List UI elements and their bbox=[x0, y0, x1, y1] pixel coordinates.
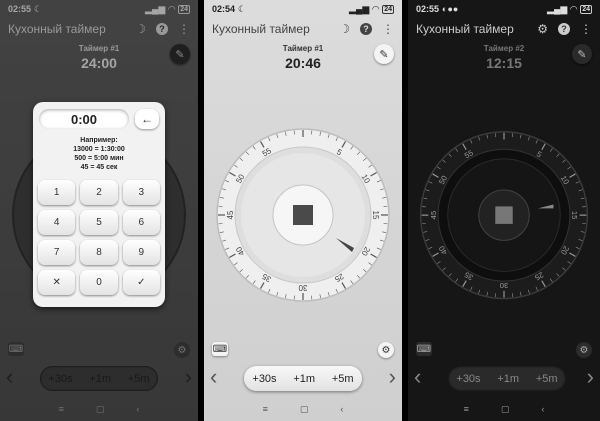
sys-back-icon[interactable]: ‹ bbox=[340, 404, 343, 415]
dial-label: 45 bbox=[429, 211, 438, 220]
timer-time: 12:15 bbox=[486, 55, 522, 71]
screen-light-theme: 02:54 ☾ ▂▄▆ ◠ 24 Кухонный таймер ☽ ? ⋮ Та… bbox=[204, 0, 402, 421]
keypad-display[interactable]: 0:00 bbox=[39, 109, 129, 129]
quick-add-bar: +30s +1m +5m bbox=[244, 366, 362, 391]
add-30s-button[interactable]: +30s bbox=[249, 371, 279, 387]
timer-dial[interactable]: 510152025303540455055 bbox=[204, 120, 402, 320]
add-1m-button[interactable]: +1m bbox=[494, 371, 522, 387]
prev-timer-arrow[interactable]: ‹ bbox=[210, 364, 217, 390]
sys-menu-icon[interactable]: ≡ bbox=[464, 404, 469, 415]
help-icon[interactable]: ? bbox=[360, 23, 372, 35]
keyboard-icon[interactable]: ⌨ bbox=[416, 342, 432, 356]
app-title: Кухонный таймер bbox=[416, 22, 514, 36]
next-timer-arrow[interactable]: › bbox=[587, 364, 594, 390]
settings-icon[interactable]: ⚙ bbox=[378, 342, 394, 358]
sys-home-icon[interactable]: ▢ bbox=[501, 404, 510, 415]
status-time: 02:54 ☾ bbox=[212, 3, 247, 15]
wifi-icon: ◠ bbox=[570, 3, 578, 14]
dial-label: 15 bbox=[371, 211, 380, 220]
key-confirm[interactable]: ✓ bbox=[122, 270, 160, 295]
timer-time: 20:46 bbox=[285, 55, 321, 71]
screen-dark-theme: 02:55 ◐●● ▂▄▆ ◠ 24 Кухонный таймер ⚙ ? ⋮ … bbox=[408, 0, 600, 421]
keypad-hint: Например: 13000 = 1:30:00 500 = 5:00 мин… bbox=[73, 137, 125, 171]
keypad-grid: 1 2 3 4 5 6 7 8 9 ✕ 0 ✓ bbox=[38, 180, 160, 295]
add-5m-button[interactable]: +5m bbox=[329, 371, 357, 387]
system-nav: ≡ ▢ ‹ bbox=[408, 404, 600, 415]
key-2[interactable]: 2 bbox=[80, 180, 118, 205]
key-9[interactable]: 9 bbox=[122, 240, 160, 265]
sys-home-icon[interactable]: ▢ bbox=[300, 404, 309, 415]
pencil-icon: ✎ bbox=[379, 48, 389, 61]
settings-icon[interactable]: ⚙ bbox=[576, 342, 592, 358]
add-30s-button[interactable]: +30s bbox=[453, 371, 483, 387]
status-icons: ▂▄▆ ◠ 24 bbox=[349, 4, 394, 14]
add-5m-button[interactable]: +5m bbox=[533, 371, 561, 387]
key-4[interactable]: 4 bbox=[38, 210, 76, 235]
theme-icon[interactable]: ☽ bbox=[339, 22, 350, 36]
key-6[interactable]: 6 bbox=[122, 210, 160, 235]
status-icons: ▂▄▆ ◠ 24 bbox=[547, 4, 592, 14]
battery-icon: 24 bbox=[580, 4, 592, 14]
keyboard-icon[interactable]: ⌨ bbox=[212, 342, 228, 356]
key-5[interactable]: 5 bbox=[80, 210, 118, 235]
status-time: 02:55 ◐●● bbox=[416, 4, 459, 14]
app-bar: Кухонный таймер ⚙ ? ⋮ bbox=[416, 20, 592, 38]
sys-back-icon[interactable]: ‹ bbox=[541, 404, 544, 415]
prev-timer-arrow[interactable]: ‹ bbox=[414, 364, 421, 390]
key-0[interactable]: 0 bbox=[80, 270, 118, 295]
arrow-left-icon: ← bbox=[141, 112, 153, 126]
key-1[interactable]: 1 bbox=[38, 180, 76, 205]
app-bar: Кухонный таймер ☽ ? ⋮ bbox=[212, 20, 394, 38]
edit-timer-button[interactable]: ✎ bbox=[572, 44, 592, 64]
overflow-menu-icon[interactable]: ⋮ bbox=[382, 22, 394, 36]
backspace-button[interactable]: ← bbox=[135, 109, 159, 129]
pencil-icon: ✎ bbox=[577, 48, 587, 61]
quick-add-bar: +30s +1m +5m bbox=[448, 366, 566, 391]
signal-icon: ▂▄▆ bbox=[547, 3, 568, 14]
timer-dial[interactable]: 510152025303540455055 bbox=[408, 120, 600, 320]
key-7[interactable]: 7 bbox=[38, 240, 76, 265]
theme-icon[interactable]: ⚙ bbox=[537, 22, 548, 36]
key-8[interactable]: 8 bbox=[80, 240, 118, 265]
key-3[interactable]: 3 bbox=[122, 180, 160, 205]
stop-icon[interactable] bbox=[293, 205, 313, 225]
edit-timer-button[interactable]: ✎ bbox=[374, 44, 394, 64]
screen-keypad: 02:55 ☾ ▂▄▆ ◠ 24 Кухонный таймер ☽ ? ⋮ Та… bbox=[0, 0, 198, 421]
add-1m-button[interactable]: +1m bbox=[290, 371, 318, 387]
status-bar: 02:54 ☾ ▂▄▆ ◠ 24 bbox=[204, 0, 402, 18]
battery-icon: 24 bbox=[382, 4, 394, 14]
timer-name: Таймер #1 bbox=[282, 44, 324, 53]
keypad-dialog: 0:00 ← Например: 13000 = 1:30:00 500 = 5… bbox=[33, 102, 165, 307]
next-timer-arrow[interactable]: › bbox=[389, 364, 396, 390]
stop-icon[interactable] bbox=[495, 206, 513, 224]
dial-label: 30 bbox=[500, 281, 509, 290]
help-icon[interactable]: ? bbox=[558, 23, 570, 35]
dial-label: 30 bbox=[298, 283, 307, 292]
signal-icon: ▂▄▆ bbox=[349, 3, 370, 14]
overflow-menu-icon[interactable]: ⋮ bbox=[580, 22, 592, 36]
dial-label: 15 bbox=[570, 211, 579, 220]
app-title: Кухонный таймер bbox=[212, 22, 310, 36]
dial-label: 45 bbox=[226, 210, 235, 219]
status-bar: 02:55 ◐●● ▂▄▆ ◠ 24 bbox=[408, 0, 600, 18]
key-cancel[interactable]: ✕ bbox=[38, 270, 76, 295]
sys-menu-icon[interactable]: ≡ bbox=[263, 404, 268, 415]
wifi-icon: ◠ bbox=[372, 3, 380, 14]
dnd-icon: ☾ bbox=[238, 3, 247, 14]
notification-icons: ◐●● bbox=[442, 4, 459, 14]
system-nav: ≡ ▢ ‹ bbox=[204, 404, 402, 415]
